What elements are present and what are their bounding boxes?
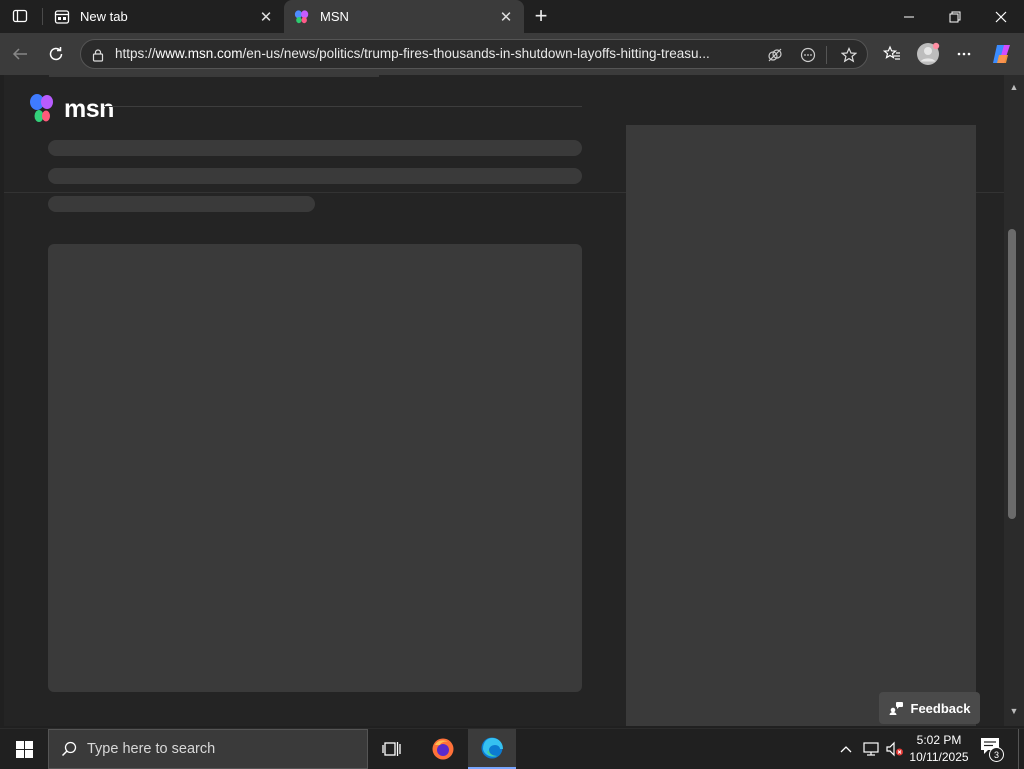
taskbar-edge[interactable]	[468, 729, 516, 769]
scroll-down-arrow-icon[interactable]: ▼	[1008, 705, 1020, 717]
firefox-icon	[432, 738, 454, 760]
title-bar: New tab ✕ MSN ✕ +	[0, 0, 1024, 33]
refresh-icon	[49, 47, 63, 61]
refresh-button[interactable]	[42, 40, 70, 68]
headline-placeholder	[48, 140, 582, 156]
show-hidden-icons-chevron-up-icon[interactable]	[836, 739, 856, 759]
profile-button[interactable]	[914, 40, 942, 68]
more-horizontal-icon	[957, 52, 971, 56]
scroll-up-arrow-icon[interactable]: ▲	[1008, 81, 1020, 93]
settings-and-more-button[interactable]	[950, 40, 978, 68]
system-clock[interactable]: 5:02 PM 10/11/2025	[904, 732, 974, 766]
tab-title: MSN	[320, 9, 349, 24]
favorites-button[interactable]	[878, 40, 906, 68]
lock-icon[interactable]	[87, 44, 109, 66]
back-arrow-icon	[12, 48, 27, 60]
windows-taskbar: Type here to search 5:02 PM 10/11/2025 3	[0, 728, 1024, 769]
feedback-icon	[889, 702, 903, 715]
top-nav-placeholder	[49, 75, 379, 77]
close-tab-icon[interactable]: ✕	[492, 5, 520, 29]
task-view-icon	[382, 742, 401, 756]
article-image-placeholder	[48, 244, 582, 692]
address-bar-separator	[826, 46, 827, 64]
url-path: /en-us/news/politics/trump-fires-thousan…	[242, 46, 710, 61]
close-icon	[995, 11, 1007, 22]
url-host: www.msn.com	[155, 46, 243, 61]
tracking-prevention-icon[interactable]	[764, 44, 786, 66]
notification-count-badge: 3	[989, 747, 1004, 762]
network-icon[interactable]	[861, 739, 881, 759]
msn-butterfly-icon	[30, 94, 53, 122]
taskbar-firefox[interactable]	[419, 729, 467, 769]
tab-separator	[42, 8, 43, 25]
favorites-list-icon	[883, 45, 900, 60]
tab-new-tab[interactable]: New tab ✕	[44, 0, 284, 33]
headline-placeholder	[48, 168, 582, 184]
msn-logo-text: msn	[64, 94, 114, 123]
minimize-button[interactable]	[886, 0, 932, 33]
close-tab-icon[interactable]: ✕	[252, 5, 280, 29]
copilot-button[interactable]	[988, 40, 1016, 68]
taskbar-search-box[interactable]: Type here to search	[48, 729, 368, 769]
sidebar-placeholder	[626, 125, 976, 726]
tab-msn[interactable]: MSN ✕	[284, 0, 524, 33]
restore-button[interactable]	[932, 0, 978, 33]
plus-icon: +	[534, 3, 548, 28]
clock-date: 10/11/2025	[909, 750, 969, 764]
task-view-button[interactable]	[368, 729, 416, 769]
back-button[interactable]	[6, 40, 34, 68]
restore-icon	[949, 11, 961, 22]
windows-logo-icon	[15, 740, 33, 758]
browser-toolbar: https://www.msn.com/en-us/news/politics/…	[0, 33, 1024, 75]
new-tab-page-icon	[54, 9, 70, 25]
byline-placeholder	[48, 196, 315, 212]
feedback-button[interactable]: Feedback	[879, 692, 980, 724]
favorite-star-icon[interactable]	[838, 44, 860, 66]
url-prefix: https://	[115, 46, 156, 61]
msn-logo[interactable]: msn	[28, 93, 114, 125]
vertical-scrollbar[interactable]: ▲ ▼	[1004, 75, 1024, 726]
msn-butterfly-icon	[294, 9, 310, 25]
page-content: msn Feedback	[4, 75, 1004, 726]
header-divider	[104, 106, 582, 107]
search-icon	[61, 741, 77, 757]
tab-actions-icon	[12, 9, 28, 23]
action-center-button[interactable]: 3	[980, 737, 1006, 762]
start-button[interactable]	[0, 729, 48, 769]
avatar-icon	[917, 42, 940, 65]
url-text[interactable]: https://www.msn.com/en-us/news/politics/…	[115, 46, 755, 61]
clock-time: 5:02 PM	[916, 733, 962, 747]
scrollbar-thumb[interactable]	[1008, 229, 1016, 519]
show-desktop-button[interactable]	[1018, 729, 1019, 769]
tab-actions-menu-button[interactable]	[6, 4, 34, 28]
new-tab-button[interactable]: +	[527, 3, 555, 29]
address-bar[interactable]: https://www.msn.com/en-us/news/politics/…	[80, 39, 868, 69]
feedback-label: Feedback	[910, 700, 971, 716]
close-window-button[interactable]	[978, 0, 1024, 33]
volume-muted-icon[interactable]	[885, 739, 905, 759]
edge-icon	[481, 737, 503, 759]
minimize-icon	[904, 16, 914, 17]
read-aloud-icon[interactable]	[797, 44, 819, 66]
tab-title: New tab	[80, 9, 128, 24]
search-placeholder: Type here to search	[87, 741, 216, 757]
copilot-icon	[993, 45, 1010, 63]
